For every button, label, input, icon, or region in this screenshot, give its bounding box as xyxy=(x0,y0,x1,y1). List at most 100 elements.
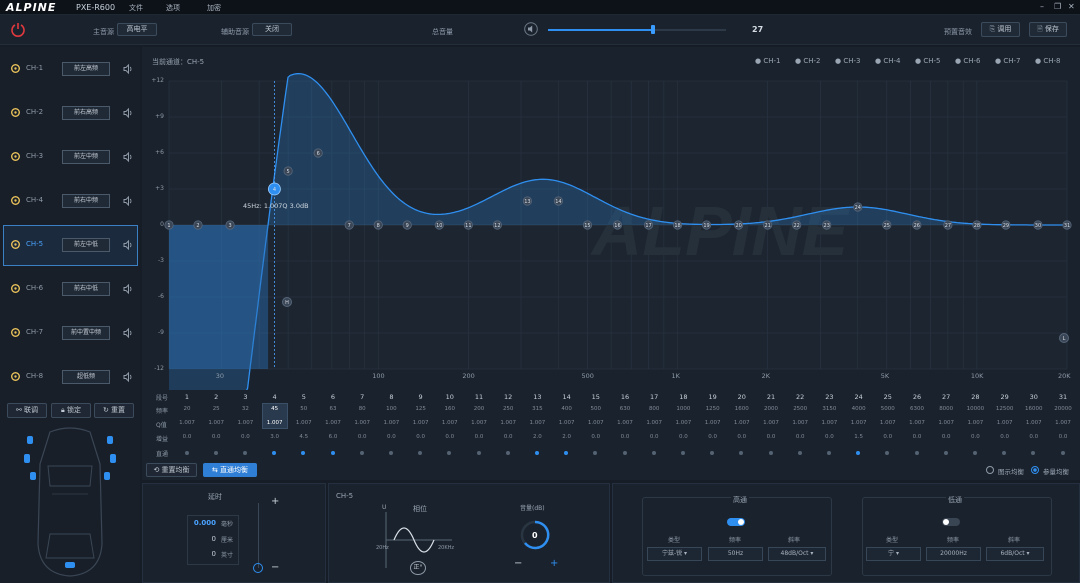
band-number[interactable]: 5 xyxy=(291,393,317,401)
band-bypass-dot[interactable] xyxy=(505,451,510,455)
band-frequency[interactable]: 45 xyxy=(262,406,288,412)
channel-item-3[interactable]: CH-3 前左中频 xyxy=(3,137,138,178)
band-number[interactable]: 7 xyxy=(349,393,375,401)
band-number[interactable]: 8 xyxy=(378,393,404,401)
band-frequency[interactable]: 315 xyxy=(524,406,550,412)
band-gain[interactable]: 0.0 xyxy=(408,434,434,440)
band-frequency[interactable]: 20 xyxy=(174,406,200,412)
band-q[interactable]: 1.007 xyxy=(524,420,550,426)
highpass-toggle[interactable] xyxy=(727,518,745,526)
band-q[interactable]: 1.007 xyxy=(875,420,901,426)
channel-item-7[interactable]: CH-7 前中置中频 xyxy=(3,313,138,354)
band-frequency[interactable]: 50 xyxy=(291,406,317,412)
band-bypass-dot[interactable] xyxy=(359,451,364,455)
lowpass-freq-input[interactable]: 20000Hz xyxy=(926,547,981,561)
band-q[interactable]: 1.007 xyxy=(349,420,375,426)
band-frequency[interactable]: 2000 xyxy=(758,406,784,412)
delay-slider-track[interactable] xyxy=(258,503,259,568)
band-bypass-dot[interactable] xyxy=(476,451,481,455)
band-bypass-dot[interactable] xyxy=(768,451,773,455)
band-frequency[interactable]: 1000 xyxy=(670,406,696,412)
band-gain[interactable]: 0.0 xyxy=(816,434,842,440)
band-frequency[interactable]: 630 xyxy=(612,406,638,412)
band-gain[interactable]: 0.0 xyxy=(466,434,492,440)
graphic-eq-radio[interactable] xyxy=(986,466,994,474)
band-q[interactable]: 1.007 xyxy=(232,420,258,426)
lowpass-type-select[interactable]: 宁 ▾ xyxy=(866,547,921,561)
band-number[interactable]: 30 xyxy=(1021,393,1047,401)
lock-button[interactable]: 🔒︎ 锁定 xyxy=(51,403,91,418)
band-q[interactable]: 1.007 xyxy=(787,420,813,426)
link-button[interactable]: ⚯ 联调 xyxy=(7,403,47,418)
volume-slider-handle[interactable] xyxy=(651,25,656,34)
band-gain[interactable]: 0.0 xyxy=(904,434,930,440)
band-bypass-dot[interactable] xyxy=(826,451,831,455)
band-gain[interactable]: 0.0 xyxy=(174,434,200,440)
band-frequency[interactable]: 20000 xyxy=(1050,406,1076,412)
band-q[interactable]: 1.007 xyxy=(437,420,463,426)
gain-plus-button[interactable]: + xyxy=(550,558,558,569)
band-frequency[interactable]: 12500 xyxy=(992,406,1018,412)
delay-slider-handle[interactable] xyxy=(253,563,263,573)
delay-cm-value[interactable]: 0 xyxy=(190,535,216,543)
power-icon[interactable] xyxy=(10,21,26,37)
band-gain[interactable]: 0.0 xyxy=(612,434,638,440)
aux-source-select[interactable]: 关闭 xyxy=(252,23,292,36)
band-q[interactable]: 1.007 xyxy=(729,420,755,426)
band-frequency[interactable]: 63 xyxy=(320,406,346,412)
band-q[interactable]: 1.007 xyxy=(495,420,521,426)
band-gain[interactable]: 0.0 xyxy=(203,434,229,440)
main-source-select[interactable]: 高电平 xyxy=(117,23,157,36)
eq-graph[interactable]: ALPINE1 2 34567 8 9 10 11 1213 1415 16 17 18 19 20 21 2… xyxy=(142,70,1080,390)
band-number[interactable]: 9 xyxy=(408,393,434,401)
menu-file[interactable]: 文件 xyxy=(129,3,143,13)
band-number[interactable]: 6 xyxy=(320,393,346,401)
band-q[interactable]: 1.007 xyxy=(992,420,1018,426)
channel-settings-icon[interactable] xyxy=(10,283,21,294)
band-gain[interactable]: 0.0 xyxy=(670,434,696,440)
bypass-eq-button[interactable]: ⇆ 直通均衡 xyxy=(203,463,257,477)
band-bypass-dot[interactable] xyxy=(534,451,539,455)
legend-item[interactable]: ● CH-2 xyxy=(795,57,820,65)
band-gain[interactable]: 0.0 xyxy=(700,434,726,440)
band-q[interactable]: 1.007 xyxy=(933,420,959,426)
band-number[interactable]: 20 xyxy=(729,393,755,401)
band-gain[interactable]: 0.0 xyxy=(992,434,1018,440)
band-number[interactable]: 21 xyxy=(758,393,784,401)
speaker-mute-icon[interactable] xyxy=(121,106,135,120)
band-number[interactable]: 14 xyxy=(554,393,580,401)
band-frequency[interactable]: 8000 xyxy=(933,406,959,412)
band-q[interactable]: 1.007 xyxy=(408,420,434,426)
band-gain[interactable]: 0.0 xyxy=(962,434,988,440)
phase-toggle-button[interactable]: 正° xyxy=(410,561,426,575)
speaker-mute-icon[interactable] xyxy=(121,326,135,340)
band-number[interactable]: 16 xyxy=(612,393,638,401)
channel-position-select[interactable]: 前右高频 xyxy=(62,106,110,120)
channel-position-select[interactable]: 超低频 xyxy=(62,370,110,384)
band-gain[interactable]: 0.0 xyxy=(787,434,813,440)
band-q[interactable]: 1.007 xyxy=(816,420,842,426)
band-gain[interactable]: 2.0 xyxy=(554,434,580,440)
restore-icon[interactable]: ❐ xyxy=(1054,2,1061,11)
band-frequency[interactable]: 16000 xyxy=(1021,406,1047,412)
param-eq-radio[interactable] xyxy=(1031,466,1039,474)
band-gain[interactable]: 1.5 xyxy=(846,434,872,440)
band-bypass-dot[interactable] xyxy=(388,451,393,455)
legend-item[interactable]: ● CH-8 xyxy=(1035,57,1060,65)
band-bypass-dot[interactable] xyxy=(330,451,335,455)
band-number[interactable]: 25 xyxy=(875,393,901,401)
channel-settings-icon[interactable] xyxy=(10,107,21,118)
channel-item-8[interactable]: CH-8 超低频 xyxy=(3,357,138,398)
band-q[interactable]: 1.007 xyxy=(466,420,492,426)
speaker-mute-icon[interactable] xyxy=(121,150,135,164)
band-bypass-dot[interactable] xyxy=(213,451,218,455)
band-gain[interactable]: 0.0 xyxy=(378,434,404,440)
band-q[interactable]: 1.007 xyxy=(904,420,930,426)
band-frequency[interactable]: 3150 xyxy=(816,406,842,412)
reset-button[interactable]: ↻ 重置 xyxy=(94,403,134,418)
band-q[interactable]: 1.007 xyxy=(262,420,288,426)
band-q[interactable]: 1.007 xyxy=(700,420,726,426)
band-frequency[interactable]: 1250 xyxy=(700,406,726,412)
band-q[interactable]: 1.007 xyxy=(1050,420,1076,426)
channel-settings-icon[interactable] xyxy=(10,239,21,250)
